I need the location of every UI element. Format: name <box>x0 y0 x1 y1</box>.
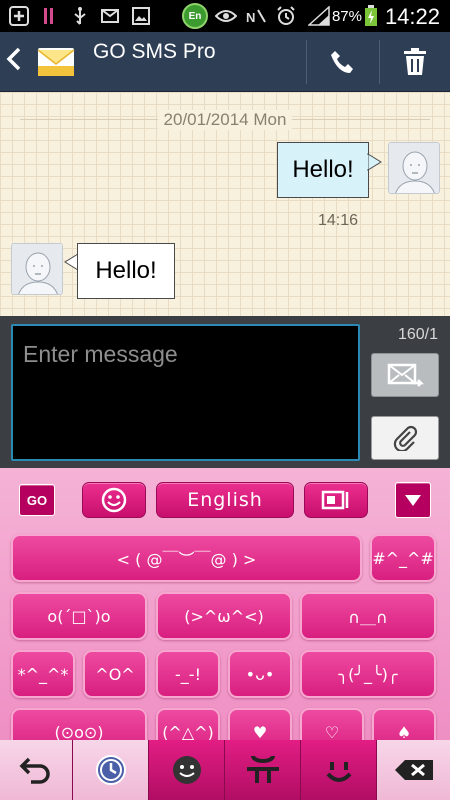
language-badge: En <box>182 3 208 29</box>
emoticon-key[interactable]: ^O^ <box>83 650 147 698</box>
dark-smiley-icon <box>172 756 201 784</box>
emoji-tab[interactable] <box>149 740 225 800</box>
mail-icon <box>100 4 120 28</box>
screen: En N 87% 14:22 GO SMS Pro 20/01/2014 Mon… <box>0 0 450 800</box>
sent-message-time: 14:16 <box>318 212 359 229</box>
char-counter: 160/1 <box>397 326 438 343</box>
received-message-text: Hello! <box>95 257 157 284</box>
conversation-title: GO SMS Pro <box>93 40 216 63</box>
sent-message-text: Hello! <box>292 156 354 183</box>
keyboard-bottom-bar <box>0 740 450 800</box>
compose-area: 160/1 <box>0 316 450 468</box>
contact-avatar[interactable] <box>11 243 63 295</box>
received-message-bubble[interactable]: Hello! <box>77 243 175 299</box>
action-bar: GO SMS Pro <box>0 32 450 92</box>
hide-keyboard-button[interactable] <box>395 482 431 518</box>
language-button[interactable]: English <box>156 482 294 518</box>
emoticon-keyboard: GO English < ( @￣︶￣@ ) > #^_^# o(ˊ□ˋ)o (… <box>0 468 450 740</box>
phone-icon[interactable] <box>322 44 362 80</box>
recent-tab[interactable] <box>73 740 149 800</box>
send-disabled-icon <box>387 363 425 387</box>
smiley-icon <box>101 487 127 513</box>
back-chevron-icon[interactable] <box>6 46 26 76</box>
date-label: 20/01/2014 Mon <box>157 110 293 130</box>
status-bar: En N 87% 14:22 <box>0 0 450 32</box>
message-input-box[interactable] <box>11 324 360 461</box>
emoticon-key[interactable]: (⊙o⊙) <box>11 708 147 740</box>
smile-face-tab[interactable] <box>301 740 377 800</box>
trash-icon[interactable] <box>395 44 435 80</box>
hangul-icon <box>246 755 279 783</box>
emoticon-key[interactable]: ♠ <box>372 708 436 740</box>
delete-button[interactable] <box>377 740 450 800</box>
eye-icon <box>214 4 238 28</box>
emoticon-key[interactable]: (>^ω^<) <box>156 592 292 640</box>
send-button[interactable] <box>371 353 439 397</box>
my-avatar[interactable] <box>388 142 440 194</box>
triangle-down-icon <box>405 495 421 506</box>
alarm-icon <box>274 4 298 28</box>
signal-bars-icon <box>42 4 56 28</box>
emoji-button[interactable] <box>82 482 146 518</box>
emoticon-key[interactable]: ♥ <box>228 708 292 740</box>
attach-button[interactable] <box>371 416 439 460</box>
emoticon-key[interactable]: ♡ <box>300 708 364 740</box>
keyboard-layout-icon <box>321 490 349 510</box>
divider <box>306 40 307 84</box>
keyboard-toolbar: GO English <box>0 468 450 526</box>
usb-icon <box>70 4 90 28</box>
emoticon-key[interactable]: #^_^# <box>370 534 436 582</box>
emoticon-key[interactable]: ∩＿∩ <box>300 592 436 640</box>
emoticon-key[interactable]: •ᴗ• <box>228 650 292 698</box>
emoticon-key[interactable]: < ( @￣︶￣@ ) > <box>11 534 362 582</box>
message-input[interactable] <box>23 334 343 374</box>
divider <box>379 40 380 84</box>
emoticon-key[interactable]: o(ˊ□ˋ)o <box>11 592 147 640</box>
date-separator: 20/01/2014 Mon <box>0 110 450 130</box>
sent-bubble-tail <box>367 153 382 171</box>
clock-time: 14:22 <box>384 4 440 29</box>
smile-face-icon <box>326 762 351 782</box>
battery-percent: 87% <box>331 8 362 25</box>
return-button[interactable] <box>0 740 73 800</box>
conversation-area[interactable]: 20/01/2014 Mon Hello! 14:16 Hello! <box>0 92 450 316</box>
emoticon-key[interactable]: ╮(╯_╰)╭ <box>300 650 436 698</box>
korean-emoticon-tab[interactable] <box>225 740 301 800</box>
nfc-icon: N <box>244 4 268 28</box>
emoticon-key[interactable]: (^△^) <box>156 708 220 740</box>
svg-text:N: N <box>246 10 255 25</box>
clock-icon <box>95 755 126 785</box>
add-notification-icon <box>8 4 30 28</box>
gallery-icon <box>130 4 152 28</box>
sent-message-bubble[interactable]: Hello! <box>277 142 369 198</box>
backspace-icon <box>394 760 433 780</box>
app-envelope-icon[interactable] <box>36 42 76 82</box>
emoticon-key[interactable]: -_-! <box>156 650 220 698</box>
battery-charging-icon <box>363 4 379 28</box>
signal-strength-icon <box>306 4 332 28</box>
emoticon-key[interactable]: *^_^* <box>11 650 75 698</box>
paperclip-icon <box>393 425 418 451</box>
go-keyboard-button[interactable]: GO <box>19 484 55 516</box>
undo-arrow-icon <box>19 757 50 784</box>
layout-button[interactable] <box>304 482 368 518</box>
